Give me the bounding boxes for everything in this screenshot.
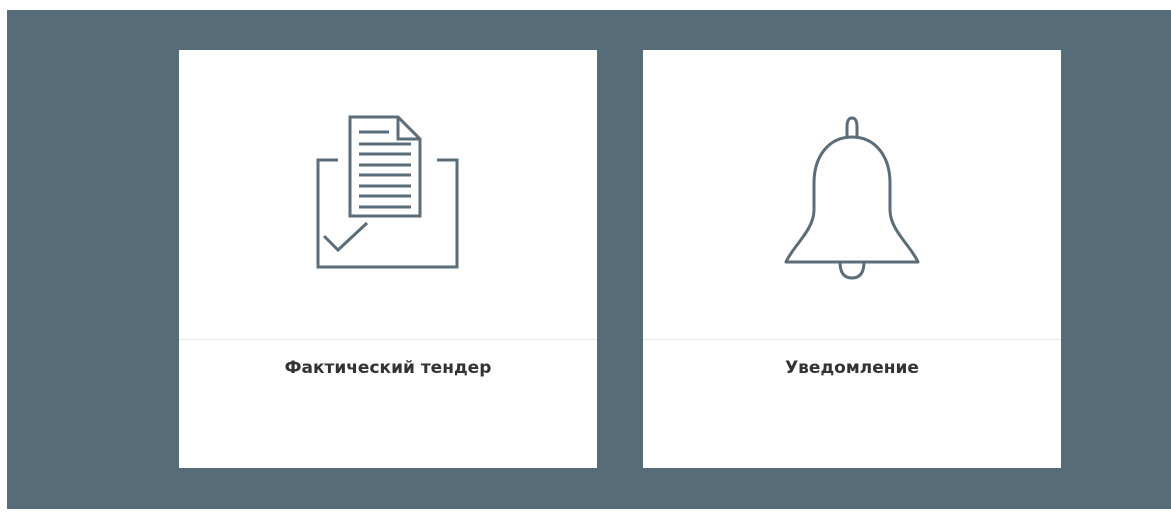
document-checkbox-icon xyxy=(179,50,597,340)
tile-notification[interactable]: Уведомление xyxy=(643,50,1061,468)
tiles-panel: Фактический тендер Уведомление xyxy=(7,10,1171,509)
tile-label: Фактический тендер xyxy=(284,358,492,378)
tile-actual-tender[interactable]: Фактический тендер xyxy=(179,50,597,468)
tile-label: Уведомление xyxy=(785,358,919,378)
tile-divider xyxy=(643,339,1061,340)
bell-icon xyxy=(643,50,1061,340)
tile-divider xyxy=(179,339,597,340)
